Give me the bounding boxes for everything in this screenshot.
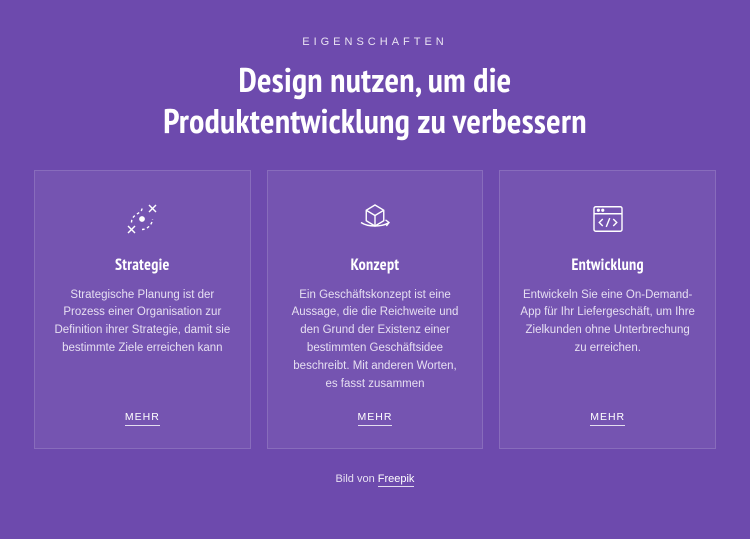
- feature-card-concept: Konzept Ein Geschäftskonzept ist eine Au…: [267, 170, 484, 450]
- concept-icon: [353, 197, 397, 241]
- card-text: Strategische Planung ist der Prozess ein…: [53, 287, 232, 394]
- image-credit: Bild von Freepik: [34, 473, 716, 485]
- more-link[interactable]: MEHR: [590, 411, 625, 426]
- feature-cards-row: Strategie Strategische Planung ist der P…: [34, 170, 716, 450]
- card-text: Entwickeln Sie eine On-Demand-App für Ih…: [518, 287, 697, 394]
- card-title: Konzept: [351, 255, 400, 275]
- section-features: EIGENSCHAFTEN Design nutzen, um die Prod…: [0, 0, 750, 485]
- card-text: Ein Geschäftskonzept ist eine Aussage, d…: [286, 287, 465, 394]
- feature-card-development: Entwicklung Entwickeln Sie eine On-Deman…: [499, 170, 716, 450]
- feature-card-strategy: Strategie Strategische Planung ist der P…: [34, 170, 251, 450]
- card-title: Strategie: [115, 255, 170, 275]
- strategy-icon: [120, 197, 164, 241]
- credit-link[interactable]: Freepik: [378, 473, 415, 487]
- credit-prefix: Bild von: [336, 473, 378, 485]
- eyebrow-label: EIGENSCHAFTEN: [34, 36, 716, 48]
- card-title: Entwicklung: [571, 255, 643, 275]
- more-link[interactable]: MEHR: [358, 411, 393, 426]
- development-icon: [586, 197, 630, 241]
- more-link[interactable]: MEHR: [125, 411, 160, 426]
- page-title: Design nutzen, um die Produktentwicklung…: [115, 60, 635, 142]
